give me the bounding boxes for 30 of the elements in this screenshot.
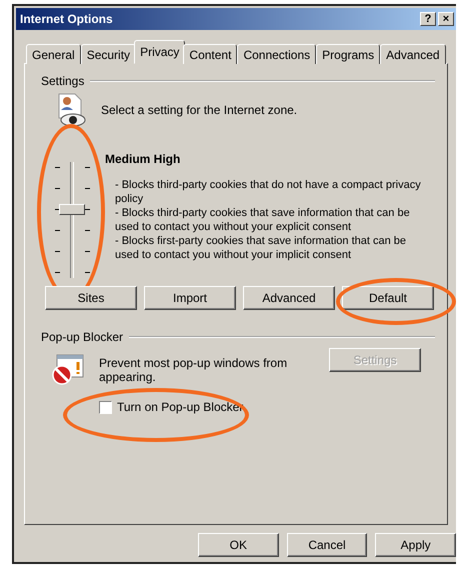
help-button[interactable]: ? [420,12,436,26]
privacy-button[interactable]: Sites [45,286,137,310]
close-button[interactable]: × [438,12,454,26]
popup-description-text: appearing. [99,370,157,384]
popup-description-text: Prevent most pop-up windows from [99,356,288,370]
level-name: Medium High [105,152,182,166]
tab[interactable]: Advanced [380,44,446,64]
tab[interactable]: Security [80,44,136,64]
dialog-button[interactable]: OK [198,533,279,557]
description-text: - Blocks third-party cookies that save information that can be used to contact you without your explicit consent [115,206,411,234]
tab[interactable]: General [26,44,81,64]
tab[interactable]: Privacy [134,40,186,64]
description-text: - Blocks third-party cookies that do not have a compact privacy policy [115,178,422,206]
slider-thumb[interactable] [59,204,85,215]
privacy-slider[interactable] [55,160,91,280]
tab[interactable]: Connections [237,44,316,64]
tab[interactable]: Programs [316,44,380,64]
intro-text: Select a setting for the Internet zone. [101,103,298,117]
privacy-button[interactable]: Advanced [243,286,335,310]
window-title: Internet Options [20,12,113,26]
group-label: Settings [41,74,84,88]
privacy-button[interactable]: Default [342,286,434,310]
blocked-window-icon [51,354,85,386]
dialog-button[interactable]: Apply [375,533,456,557]
checkbox[interactable] [99,400,112,414]
tab[interactable]: Content [183,44,238,64]
description-text: - Blocks first-party cookies that save information that can be used to contact you without your implicit consent [115,234,408,262]
privacy-button[interactable]: Import [144,286,236,310]
dialog-button[interactable]: Cancel [286,533,368,557]
group-label: Pop-up Blocker [41,330,124,344]
